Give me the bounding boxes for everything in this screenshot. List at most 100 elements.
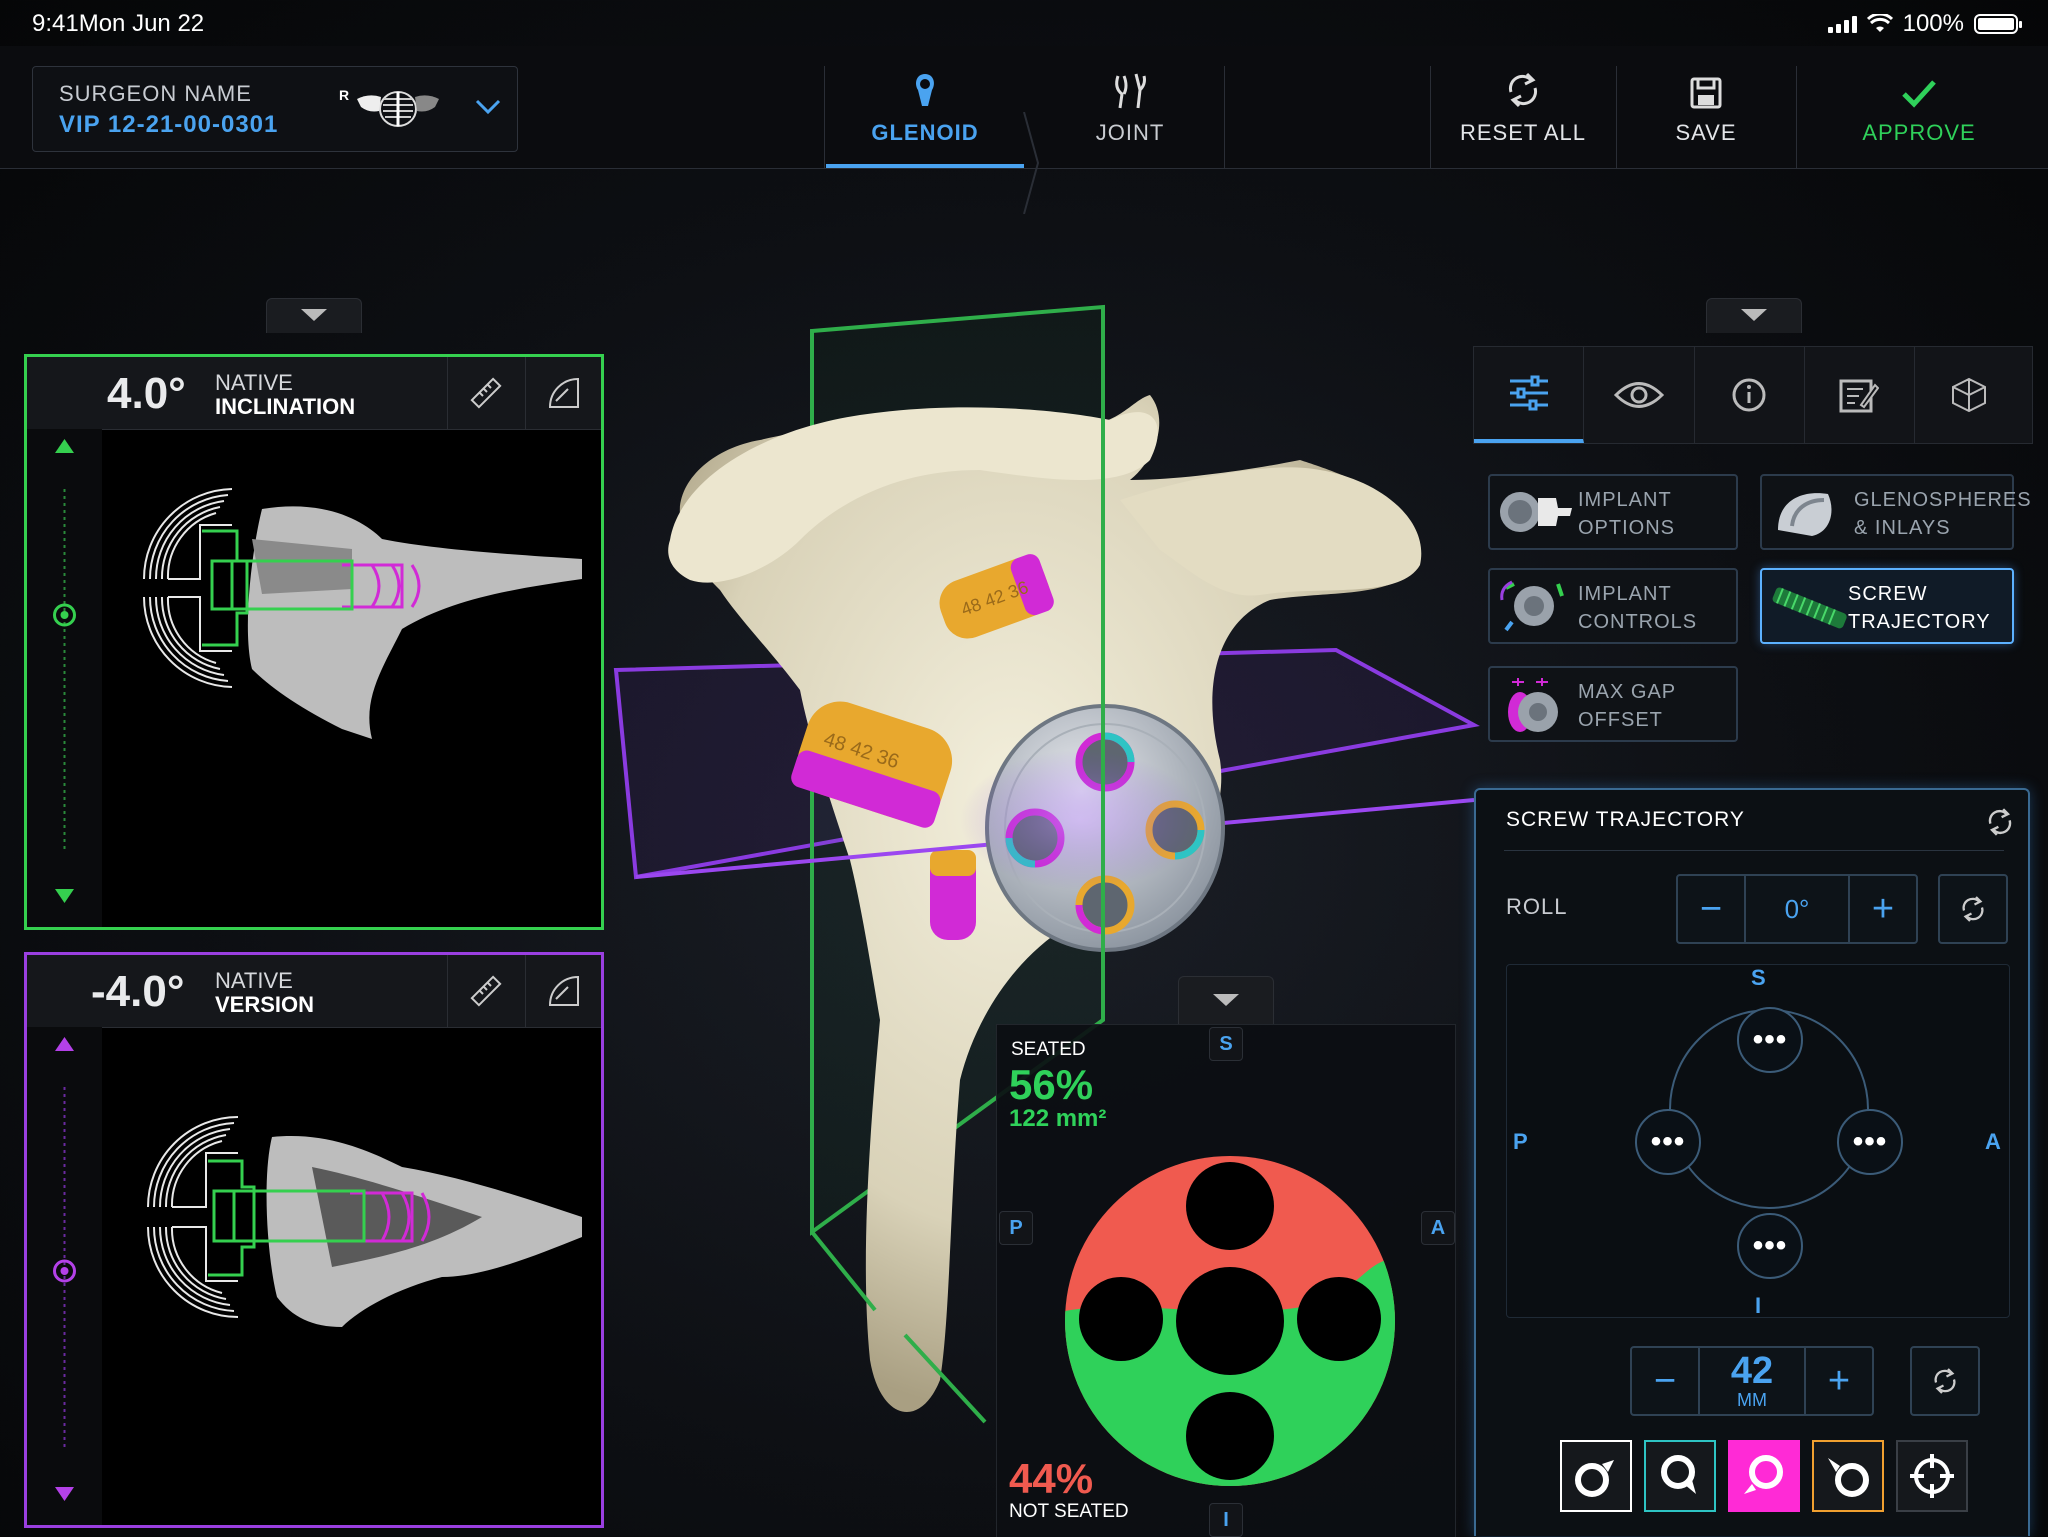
inclination-slider[interactable] (27, 429, 102, 927)
tab-info[interactable] (1694, 347, 1805, 443)
caret-down-icon (1213, 994, 1239, 1006)
glenoid-icon (916, 74, 934, 106)
implant-controls-button[interactable]: IMPLANT CONTROLS (1488, 568, 1738, 644)
joint-icon (1115, 73, 1146, 109)
inclination-value: 4.0° (107, 369, 186, 418)
battery-icon (1974, 14, 2022, 34)
caret-down-icon (1741, 309, 1767, 321)
decrease-arrow-icon[interactable] (55, 1487, 74, 1501)
inclination-label: INCLINATION (215, 394, 356, 419)
screw-view-posterior-button[interactable] (1560, 1440, 1632, 1512)
version-label-top: NATIVE (215, 968, 293, 993)
check-icon (1902, 80, 1936, 108)
screw-hole-icon (1828, 1458, 1869, 1497)
implant-options-icon (1500, 492, 1572, 532)
direction-posterior: P (1513, 1129, 1528, 1154)
sliders-icon (1509, 375, 1548, 411)
direction-anterior: A (1985, 1129, 2001, 1154)
save-label: SAVE (1675, 120, 1737, 145)
seated-area: 122 mm² (1009, 1105, 1107, 1132)
tab-glenoid[interactable]: GLENOID (826, 66, 1024, 168)
roll-value: 0° (1744, 874, 1850, 944)
inclination-label-top: NATIVE (215, 370, 293, 395)
right-panel-collapse-button[interactable] (1706, 298, 1802, 333)
implant-controls-line1: IMPLANT (1578, 583, 1672, 605)
protractor-button[interactable] (525, 955, 602, 1027)
protractor-icon (548, 377, 579, 408)
surgeon-selector[interactable]: SURGEON NAME VIP 12-21-00-0301 R (32, 66, 518, 152)
glenosphere-icon (1778, 493, 1832, 536)
screw-inferior-handle[interactable]: ••• (1737, 1213, 1803, 1279)
seating-panel-collapse-button[interactable] (1178, 976, 1274, 1025)
version-ct-slice (147, 1116, 582, 1327)
glenospheres-inlays-button[interactable]: GLENOSPHERES & INLAYS (1760, 474, 2031, 550)
max-gap-line1: MAX GAP (1578, 681, 1677, 703)
status-date: Mon Jun 22 (78, 10, 205, 37)
length-increase-button[interactable]: + (1804, 1346, 1874, 1416)
version-panel: -4.0° NATIVE VERSION (24, 952, 604, 1528)
left-panel-collapse-button[interactable] (266, 298, 362, 333)
roll-reset-button[interactable] (1938, 874, 2008, 944)
case-id: VIP 12-21-00-0301 (59, 111, 279, 138)
screw-anterior-handle[interactable]: ••• (1837, 1109, 1903, 1175)
not-seated-label: NOT SEATED (1009, 1501, 1129, 1522)
chevron-down-icon[interactable] (473, 91, 503, 121)
screw-trajectory-line1: SCREW (1848, 583, 1928, 605)
max-gap-line2: OFFSET (1578, 709, 1663, 731)
max-gap-offset-button[interactable]: MAX GAP OFFSET (1488, 666, 1738, 742)
seating-direction-superior: S (1209, 1027, 1243, 1061)
implant-controls-icon (1500, 580, 1564, 632)
roll-decrease-button[interactable]: − (1676, 874, 1746, 944)
roll-increase-button[interactable]: + (1848, 874, 1918, 944)
screw-icon (1772, 587, 1847, 629)
battery-percent: 100% (1902, 10, 1964, 37)
screw-superior-handle[interactable]: ••• (1737, 1007, 1803, 1073)
tab-visibility[interactable] (1584, 347, 1695, 443)
screw-posterior-handle[interactable]: ••• (1635, 1109, 1701, 1175)
ruler-button[interactable] (447, 955, 524, 1027)
reset-icon (1508, 72, 1538, 108)
skeleton-thumbnail-icon (357, 91, 439, 127)
glenospheres-line1: GLENOSPHERES (1854, 489, 2032, 511)
caret-down-icon (301, 309, 327, 321)
seating-direction-posterior: P (999, 1211, 1033, 1245)
seated-label: SEATED (1011, 1039, 1086, 1060)
target-view-button[interactable] (1896, 1440, 1968, 1512)
increase-arrow-icon[interactable] (55, 1037, 74, 1051)
tab-notes[interactable] (1804, 347, 1915, 443)
implant-options-button[interactable]: IMPLANT OPTIONS (1488, 474, 1738, 550)
reset-icon (1962, 896, 1984, 922)
save-button[interactable]: SAVE (1618, 66, 1794, 168)
tab-adjustments[interactable] (1474, 347, 1584, 443)
screw-trajectory-button[interactable]: SCREW TRAJECTORY (1760, 568, 2014, 644)
trajectory-pad[interactable]: ••• ••• ••• ••• S I P A (1506, 964, 2010, 1318)
screw-hole-icon (1744, 1455, 1783, 1494)
panel-reset-icon[interactable] (1984, 806, 2016, 838)
decrease-arrow-icon[interactable] (55, 889, 74, 903)
tab-3d-view[interactable] (1914, 347, 2024, 443)
ruler-icon (470, 377, 502, 409)
wifi-icon (1866, 14, 1893, 32)
length-decrease-button[interactable]: − (1630, 1346, 1700, 1416)
direction-superior: S (1751, 965, 1766, 990)
reset-all-button[interactable]: RESET ALL (1432, 66, 1614, 168)
screw-view-superior-button[interactable] (1728, 1440, 1800, 1512)
length-reset-button[interactable] (1910, 1346, 1980, 1416)
seating-map (1065, 1156, 1395, 1486)
reset-all-label: RESET ALL (1460, 120, 1586, 145)
direction-inferior: I (1755, 1293, 1762, 1318)
tab-joint[interactable]: JOINT (1040, 66, 1220, 168)
notes-icon (1839, 379, 1879, 413)
screw-view-anterior-button[interactable] (1812, 1440, 1884, 1512)
version-label: VERSION (215, 992, 315, 1017)
implant-controls-line2: CONTROLS (1578, 611, 1698, 633)
screw-trajectory-title: SCREW TRAJECTORY (1506, 808, 1745, 831)
screw-view-inferior-button[interactable] (1644, 1440, 1716, 1512)
protractor-button[interactable] (525, 357, 602, 429)
approve-label: APPROVE (1862, 120, 1976, 145)
approve-button[interactable]: APPROVE (1798, 66, 2040, 168)
version-slider[interactable] (27, 1027, 102, 1525)
increase-arrow-icon[interactable] (55, 439, 74, 453)
ruler-button[interactable] (447, 357, 524, 429)
roll-label: ROLL (1506, 894, 1568, 919)
